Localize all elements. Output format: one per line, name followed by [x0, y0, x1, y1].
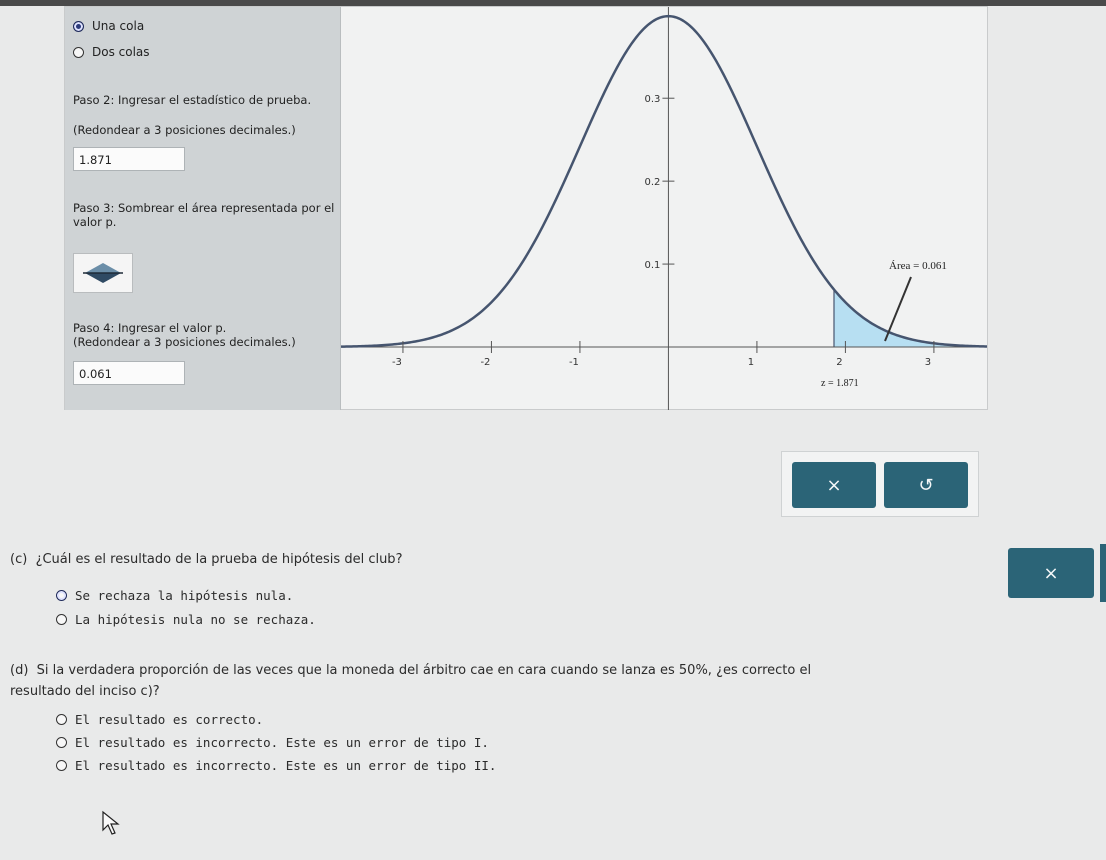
x-tick-3: -1 [569, 341, 581, 368]
side-button-edge[interactable] [1100, 544, 1106, 602]
y-tick-label: 0.3 [645, 94, 661, 105]
clear-answer-button[interactable]: × [1008, 548, 1094, 598]
question-d-text-line1: Si la verdadera proporción de las veces … [36, 663, 812, 678]
step4-note: (Redondear a 3 posiciones decimales.) [73, 335, 296, 349]
clear-button[interactable]: × [792, 462, 876, 508]
option-label: El resultado es incorrecto. Este es un e… [75, 735, 489, 750]
radio-label: Una cola [92, 19, 145, 33]
x-tick-2: -2 [480, 341, 492, 368]
step2-title: Paso 2: Ingresar el estadístico de prueb… [73, 93, 312, 107]
mouse-cursor-icon [102, 810, 120, 835]
option-d-correct[interactable]: El resultado es correcto. [56, 712, 263, 727]
close-icon: × [1043, 562, 1059, 584]
x-tick-4: 1 [748, 341, 758, 368]
question-c-text: ¿Cuál es el resultado de la prueba de hi… [35, 552, 403, 567]
radio-button[interactable] [56, 614, 67, 625]
shade-tool-button[interactable] [73, 253, 133, 293]
option-label: El resultado es correcto. [75, 712, 264, 727]
option-d-type2[interactable]: El resultado es incorrecto. Este es un e… [56, 758, 496, 773]
x-tick-label: 1 [748, 357, 754, 368]
radio-button[interactable] [56, 760, 67, 771]
radio-one-tail[interactable]: Una cola [73, 19, 144, 33]
radio-button[interactable] [73, 20, 84, 32]
z-label: z = 1.871 [821, 378, 859, 389]
close-icon: × [826, 474, 842, 496]
option-label: El resultado es incorrecto. Este es un e… [75, 758, 497, 773]
y-tick-2: 0.2 [645, 177, 675, 188]
option-label: Se rechaza la hipótesis nula. [75, 588, 294, 603]
question-c: (c) ¿Cuál es el resultado de la prueba d… [10, 552, 402, 567]
radio-label: Dos colas [92, 45, 150, 59]
question-d: (d) Si la verdadera proporción de las ve… [10, 660, 1010, 702]
radio-button[interactable] [73, 46, 84, 58]
radio-two-tails[interactable]: Dos colas [73, 45, 150, 59]
option-c-reject[interactable]: Se rechaza la hipótesis nula. [56, 588, 293, 603]
option-c-not-reject[interactable]: La hipótesis nula no se rechaza. [56, 612, 316, 627]
radio-button[interactable] [56, 737, 67, 748]
step4-title: Paso 4: Ingresar el valor p. [73, 321, 227, 335]
normal-distribution-chart[interactable]: -3 -2 -1 1 2 3 0.1 0.2 0.3 Área = 0.061 … [341, 7, 987, 410]
question-d-prefix: (d) [10, 663, 29, 678]
area-pointer-line [884, 276, 912, 342]
p-value-input[interactable]: 0.061 [73, 361, 185, 385]
x-tick-label: 2 [836, 357, 842, 368]
tool-actions: × ↺ [781, 451, 979, 517]
x-tick-label: -3 [392, 357, 402, 368]
x-tick-label: -2 [480, 357, 490, 368]
step2-note: (Redondear a 3 posiciones decimales.) [73, 123, 296, 137]
area-label: Área = 0.061 [889, 260, 947, 272]
undo-icon: ↺ [918, 474, 934, 496]
question-d-text-line2: resultado del inciso c)? [10, 684, 160, 699]
hypothesis-test-tool: Una cola Dos colas Paso 2: Ingresar el e… [64, 6, 988, 410]
radio-button[interactable] [56, 590, 67, 601]
option-label: La hipótesis nula no se rechaza. [75, 612, 316, 627]
step3-title: Paso 3: Sombrear el área representada po… [73, 201, 335, 229]
shade-tool-icon [83, 263, 123, 283]
option-d-type1[interactable]: El resultado es incorrecto. Este es un e… [56, 735, 489, 750]
y-tick-1: 0.1 [645, 260, 675, 271]
undo-button[interactable]: ↺ [884, 462, 968, 508]
x-tick-label: 3 [925, 357, 931, 368]
y-tick-label: 0.1 [645, 260, 661, 271]
steps-panel: Una cola Dos colas Paso 2: Ingresar el e… [65, 7, 341, 410]
test-statistic-input[interactable]: 1.871 [73, 147, 185, 171]
y-tick-3: 0.3 [645, 94, 675, 105]
radio-button[interactable] [56, 714, 67, 725]
question-c-prefix: (c) [10, 552, 28, 567]
x-tick-label: -1 [569, 357, 579, 368]
y-tick-label: 0.2 [645, 177, 661, 188]
